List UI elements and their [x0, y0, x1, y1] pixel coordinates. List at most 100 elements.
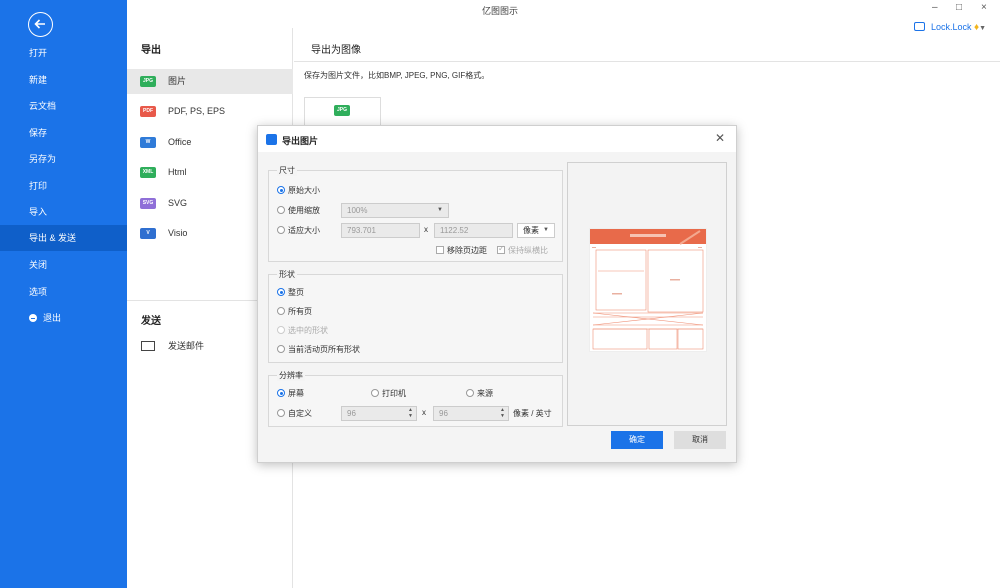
radio-label: 整页: [288, 288, 304, 297]
exit-icon: [29, 314, 37, 322]
sidebar-item-close[interactable]: 关闭: [0, 252, 127, 278]
cancel-button[interactable]: 取消: [674, 431, 726, 449]
checkbox-icon: [436, 246, 444, 254]
sidebar: 打开 新建 云文档 保存 另存为 打印 导入 导出 & 发送 关闭 选项 退出: [0, 0, 127, 588]
close-icon[interactable]: ✕: [715, 131, 725, 145]
radio-screen[interactable]: 屏幕: [277, 388, 304, 399]
checkbox-label: 保持纵横比: [508, 246, 548, 255]
close-window-button[interactable]: ×: [981, 2, 987, 13]
maximize-button[interactable]: □: [956, 2, 962, 13]
sidebar-item-exit[interactable]: 退出: [0, 305, 127, 331]
radio-label: 原始大小: [288, 186, 320, 195]
zoom-select[interactable]: 100% ▼: [341, 203, 449, 218]
radio-label: 使用缩放: [288, 206, 320, 215]
chat-icon[interactable]: [914, 22, 925, 31]
radio-label: 来源: [477, 389, 493, 398]
user-name: Lock.Lock: [931, 22, 972, 32]
dpi-y-stepper[interactable]: 96 ▲ ▼: [433, 406, 509, 421]
radio-all-pages[interactable]: 所有页: [277, 306, 312, 317]
radio-icon: [277, 186, 285, 194]
export-panel-title: 导出: [141, 45, 161, 56]
radio-whole-page[interactable]: 整页: [277, 287, 304, 298]
resolution-group: 分辨率 屏幕 打印机 来源 自定义 96 ▲ ▼ x 96 ▲ ▼ 像素 / 英寸: [268, 370, 563, 427]
checkbox-label: 移除页边距: [447, 246, 487, 255]
radio-selected-shapes[interactable]: 选中的形状: [277, 325, 328, 336]
dialog-header: 导出图片 ✕: [258, 126, 736, 152]
checkbox-icon: [497, 244, 505, 254]
export-image-title: 导出为图像: [311, 45, 361, 56]
radio-icon: [277, 307, 285, 315]
size-x-label: x: [424, 225, 428, 234]
dpi-y-value: 96: [439, 409, 448, 418]
sidebar-item-exit-label: 退出: [43, 313, 62, 323]
export-image-description: 保存为图片文件，比如BMP, JPEG, PNG, GIF格式。: [304, 71, 490, 80]
preview-page: [589, 228, 707, 352]
dpi-x-stepper[interactable]: 96 ▲ ▼: [341, 406, 417, 421]
checkbox-remove-margin[interactable]: 移除页边距: [436, 245, 487, 256]
radio-label: 适应大小: [288, 226, 320, 235]
export-item-label: Visio: [168, 228, 188, 238]
export-item-label: SVG: [168, 198, 188, 208]
shape-group-title: 形状: [277, 269, 297, 280]
resolution-group-title: 分辨率: [277, 370, 305, 381]
chevron-down-icon: ▼: [543, 227, 549, 233]
radio-label: 当前活动页所有形状: [288, 345, 360, 354]
radio-icon: [277, 206, 285, 214]
dpi-x-value: 96: [347, 409, 356, 418]
radio-label: 所有页: [288, 307, 312, 316]
spinner-arrows-icon[interactable]: ▲ ▼: [500, 407, 505, 419]
pdf-file-icon: PDF: [140, 106, 156, 117]
unit-select[interactable]: 像素 ▼: [517, 223, 555, 238]
radio-active-page-shapes[interactable]: 当前活动页所有形状: [277, 344, 360, 355]
radio-fit-size[interactable]: 适应大小: [277, 225, 320, 236]
radio-icon: [277, 226, 285, 234]
user-menu[interactable]: Lock.Lock ♦▼: [914, 21, 986, 33]
sidebar-item-export-send[interactable]: 导出 & 发送: [0, 225, 127, 251]
radio-icon: [371, 389, 379, 397]
size-group: 尺寸 原始大小 使用缩放 100% ▼ 适应大小 793.701 x 1122.5…: [268, 165, 563, 262]
export-item-image[interactable]: JPG 图片: [127, 69, 293, 94]
chevron-down-icon: ▼: [437, 207, 443, 213]
spinner-arrows-icon[interactable]: ▲ ▼: [408, 407, 413, 419]
export-image-dialog: 导出图片 ✕ 尺寸 原始大小 使用缩放 100% ▼ 适应大小 793.701 x…: [257, 125, 737, 463]
sidebar-item-import[interactable]: 导入: [0, 199, 127, 225]
export-preview: [567, 162, 727, 426]
width-input[interactable]: 793.701: [341, 223, 420, 238]
sidebar-item-options[interactable]: 选项: [0, 279, 127, 305]
radio-icon: [277, 389, 285, 397]
radio-use-zoom[interactable]: 使用缩放: [277, 205, 320, 216]
sidebar-item-new[interactable]: 新建: [0, 67, 127, 93]
radio-source[interactable]: 来源: [466, 388, 493, 399]
dpi-x-label: x: [422, 408, 426, 417]
word-file-icon: W: [140, 137, 156, 148]
sidebar-item-open[interactable]: 打开: [0, 40, 127, 66]
minimize-button[interactable]: –: [932, 2, 938, 13]
back-button[interactable]: [28, 12, 53, 37]
export-image-tile[interactable]: JPG: [304, 97, 381, 127]
sidebar-item-print[interactable]: 打印: [0, 173, 127, 199]
export-item-label: Office: [168, 137, 192, 147]
radio-icon: [277, 345, 285, 353]
svg-file-icon: SVG: [140, 198, 156, 209]
radio-custom[interactable]: 自定义: [277, 408, 312, 419]
visio-file-icon: V: [140, 228, 156, 239]
radio-original-size[interactable]: 原始大小: [277, 185, 320, 196]
sidebar-item-save[interactable]: 保存: [0, 120, 127, 146]
export-item-label: Html: [168, 167, 187, 177]
preview-diagram-image: [590, 229, 706, 350]
radio-printer[interactable]: 打印机: [371, 388, 406, 399]
radio-icon: [466, 389, 474, 397]
sidebar-item-cloud-docs[interactable]: 云文档: [0, 93, 127, 119]
arrow-left-icon: [34, 19, 45, 29]
jpg-file-icon: JPG: [334, 105, 350, 116]
checkbox-keep-ratio[interactable]: 保持纵横比: [497, 244, 548, 256]
radio-icon: [277, 409, 285, 417]
radio-icon: [277, 288, 285, 296]
export-item-pdf[interactable]: PDF PDF, PS, EPS: [127, 99, 293, 124]
jpg-file-icon: JPG: [140, 76, 156, 87]
radio-label: 屏幕: [288, 389, 304, 398]
ok-button[interactable]: 确定: [611, 431, 663, 449]
sidebar-item-save-as[interactable]: 另存为: [0, 146, 127, 172]
height-input[interactable]: 1122.52: [434, 223, 513, 238]
dpi-unit-label: 像素 / 英寸: [513, 409, 552, 418]
